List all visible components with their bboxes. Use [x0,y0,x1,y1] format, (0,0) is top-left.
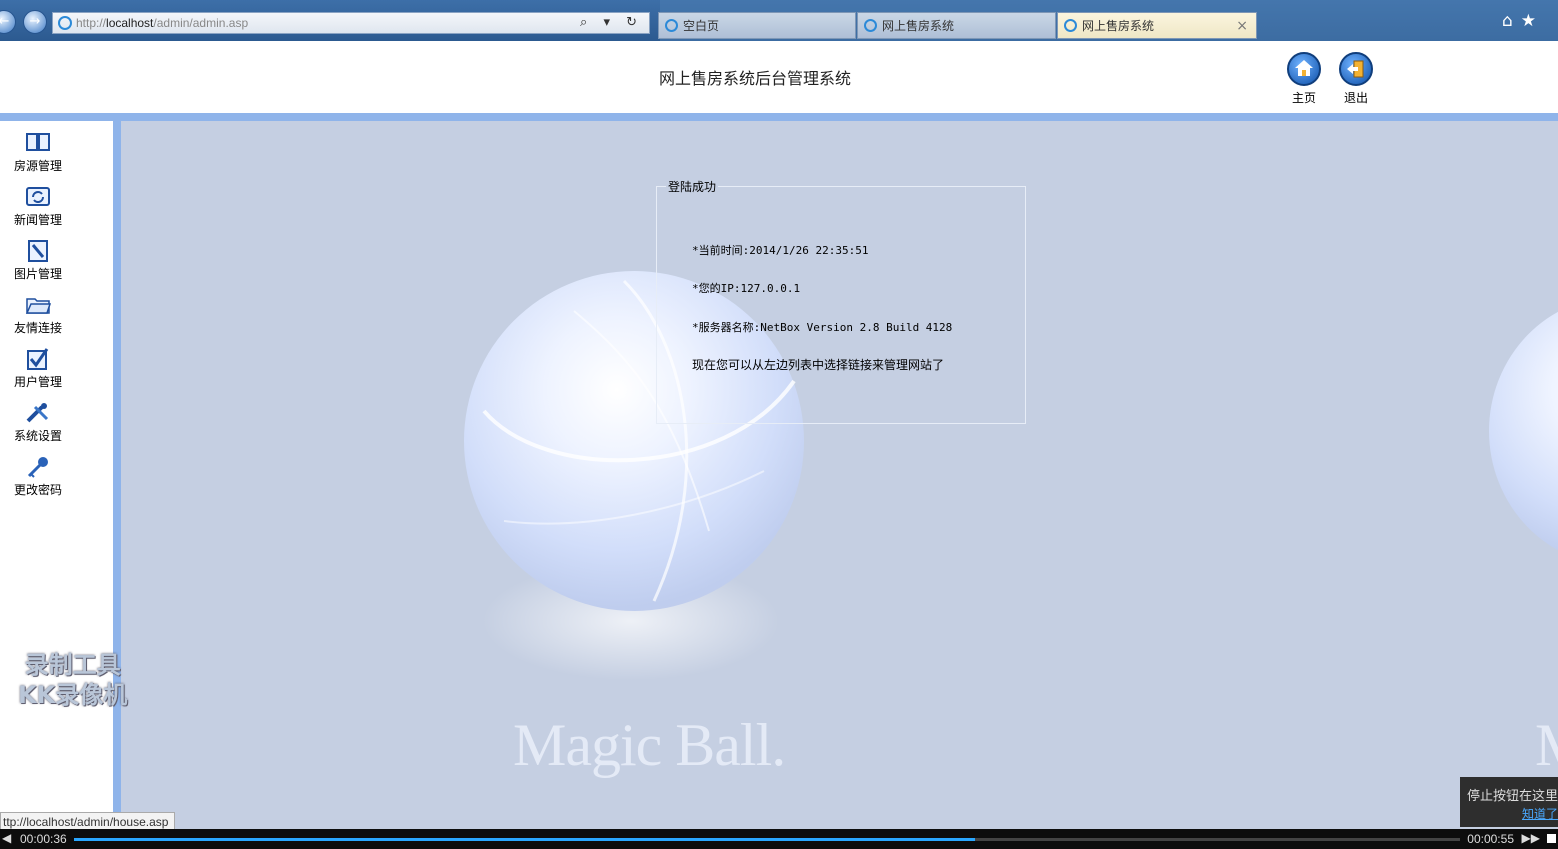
address-controls[interactable]: ⌕ ▾ ↻ [580,15,643,30]
sidebar-item-house[interactable]: 房源管理 [0,131,76,174]
sidebar-item-news[interactable]: 新闻管理 [0,185,76,228]
favorites-icon[interactable]: ★ [1521,11,1544,31]
ie-icon [864,19,877,32]
sidebar-item-images[interactable]: 图片管理 [0,239,76,282]
current-time: *当前时间:2014/1/26 22:35:51 [692,244,869,257]
close-tab-icon[interactable]: × [1236,13,1248,39]
address-bar[interactable]: http://localhost/admin/admin.asp ⌕ ▾ ↻ [52,12,650,34]
rewind-icon[interactable]: ◀ [2,831,11,845]
brand-watermark: Magic Ball. [513,712,786,778]
header-divider [0,113,1558,121]
home-icon [1287,52,1321,86]
elapsed-time: 00:00:36 [20,832,67,846]
browser-toolbar: ← → http://localhost/admin/admin.asp ⌕ ▾… [0,0,1558,41]
ie-icon [665,19,678,32]
fast-forward-icon[interactable]: ▶▶ [1522,831,1540,845]
forward-button[interactable]: → [23,10,47,34]
logout-button[interactable]: 退出 [1336,52,1376,106]
sidebar-item-links[interactable]: 友情连接 [0,293,76,336]
login-success-panel [656,186,1026,424]
check-icon [25,347,51,371]
brand-watermark-right: M [1535,711,1558,780]
folder-icon [25,293,52,317]
sidebar-item-settings[interactable]: 系统设置 [0,401,76,444]
page-header: 网上售房系统后台管理系统 主页 退出 [0,41,1558,113]
tip-dismiss-link[interactable]: 知道了 [1467,805,1558,822]
total-time: 00:00:55 [1467,832,1514,846]
book-icon [25,131,51,155]
recorder-watermark: 录制工具 KK录像机 [18,651,128,709]
recorder-tip: 停止按钮在这里 知道了 [1460,777,1558,827]
main-content: Magic Ball. M 登陆成功 *当前时间:2014/1/26 22:35… [121,121,1558,829]
sidebar-divider [113,121,121,829]
logout-icon [1339,52,1373,86]
back-button[interactable]: ← [0,10,16,34]
sidebar-item-password[interactable]: 更改密码 [0,455,76,498]
ie-icon [58,16,72,30]
server-name: *服务器名称:NetBox Version 2.8 Build 4128 [692,321,953,334]
progress-fill [74,838,975,841]
address-url[interactable]: http://localhost/admin/admin.asp [76,16,248,30]
panel-legend: 登陆成功 [666,178,719,195]
toolbar-icons: ⌂★ [1502,11,1544,31]
key-icon [25,455,51,479]
stop-icon[interactable] [1547,834,1556,843]
edit-icon [25,239,51,263]
tab-house-system-1[interactable]: 网上售房系统 [857,12,1056,39]
tab-house-system-active[interactable]: 网上售房系统 × [1057,12,1257,39]
instruction-text: 现在您可以从左边列表中选择链接来管理网站了 [692,358,945,372]
client-ip: *您的IP:127.0.0.1 [692,282,801,295]
tab-blank[interactable]: 空白页 [658,12,856,39]
home-button[interactable]: 主页 [1284,52,1324,106]
sidebar: 房源管理 新闻管理 图片管理 友情连接 用户管理 系统设置 更改密码 [0,121,113,829]
sidebar-item-users[interactable]: 用户管理 [0,347,76,390]
progress-track[interactable] [74,838,1460,841]
home-icon[interactable]: ⌂ [1502,11,1521,31]
ie-icon [1064,19,1077,32]
magic-ball-image-right [1489,296,1558,566]
video-player-bar: ◀ 00:00:36 00:00:55 ▶▶ [0,829,1558,849]
tools-icon [25,401,51,425]
refresh-icon [25,185,51,209]
